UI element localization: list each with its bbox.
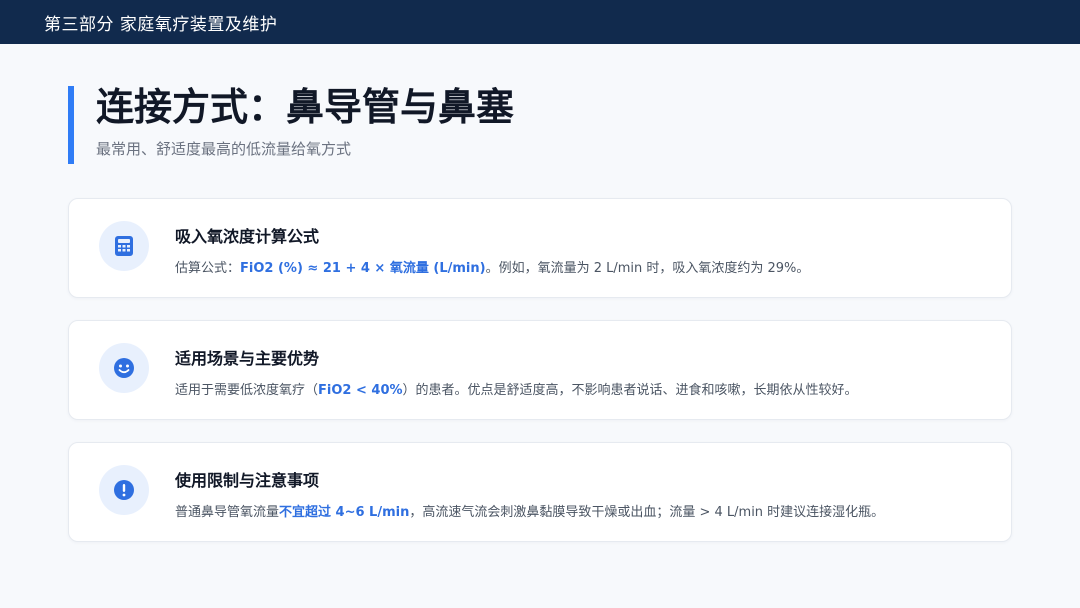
card-description: 适用于需要低浓度氧疗（FiO2 < 40%）的患者。优点是舒适度高，不影响患者说… <box>175 379 858 398</box>
desc-highlight: FiO2 < 40% <box>318 383 403 398</box>
card-limits-precautions: 使用限制与注意事项 普通鼻导管氧流量不宜超过 4~6 L/min，高流速气流会刺… <box>68 442 1012 542</box>
title-block: 连接方式：鼻导管与鼻塞 最常用、舒适度最高的低流量给氧方式 <box>68 85 515 164</box>
card-description: 普通鼻导管氧流量不宜超过 4~6 L/min，高流速气流会刺激鼻黏膜导致干燥或出… <box>175 501 884 520</box>
desc-suffix: 。例如，氧流量为 2 L/min 时，吸入氧浓度约为 29%。 <box>485 261 810 276</box>
desc-suffix: ）的患者。优点是舒适度高，不影响患者说话、进食和咳嗽，长期依从性较好。 <box>402 383 858 398</box>
card-fio2-formula: 吸入氧浓度计算公式 估算公式：FiO2 (%) ≈ 21 + 4 × 氧流量 (… <box>68 198 1012 298</box>
card-description: 估算公式：FiO2 (%) ≈ 21 + 4 × 氧流量 (L/min)。例如，… <box>175 257 809 276</box>
card-title: 吸入氧浓度计算公式 <box>175 227 320 246</box>
header-bar: 第三部分 家庭氧疗装置及维护 <box>0 0 1080 44</box>
desc-prefix: 适用于需要低浓度氧疗（ <box>175 383 319 398</box>
smiley-icon <box>99 343 149 393</box>
page-title: 连接方式：鼻导管与鼻塞 <box>96 85 515 129</box>
desc-prefix: 估算公式： <box>175 261 241 276</box>
card-title: 使用限制与注意事项 <box>175 471 320 490</box>
exclamation-icon <box>99 465 149 515</box>
desc-highlight: FiO2 (%) ≈ 21 + 4 × 氧流量 (L/min) <box>240 261 486 276</box>
card-scenarios-advantages: 适用场景与主要优势 适用于需要低浓度氧疗（FiO2 < 40%）的患者。优点是舒… <box>68 320 1012 420</box>
calculator-icon <box>99 221 149 271</box>
card-title: 适用场景与主要优势 <box>175 349 320 368</box>
desc-highlight: 不宜超过 4~6 L/min <box>279 505 410 520</box>
desc-suffix: ，高流速气流会刺激鼻黏膜导致干燥或出血；流量 > 4 L/min 时建议连接湿化… <box>409 505 885 520</box>
page-subtitle: 最常用、舒适度最高的低流量给氧方式 <box>96 140 352 158</box>
section-title: 第三部分 家庭氧疗装置及维护 <box>44 14 278 35</box>
desc-prefix: 普通鼻导管氧流量 <box>175 505 280 520</box>
